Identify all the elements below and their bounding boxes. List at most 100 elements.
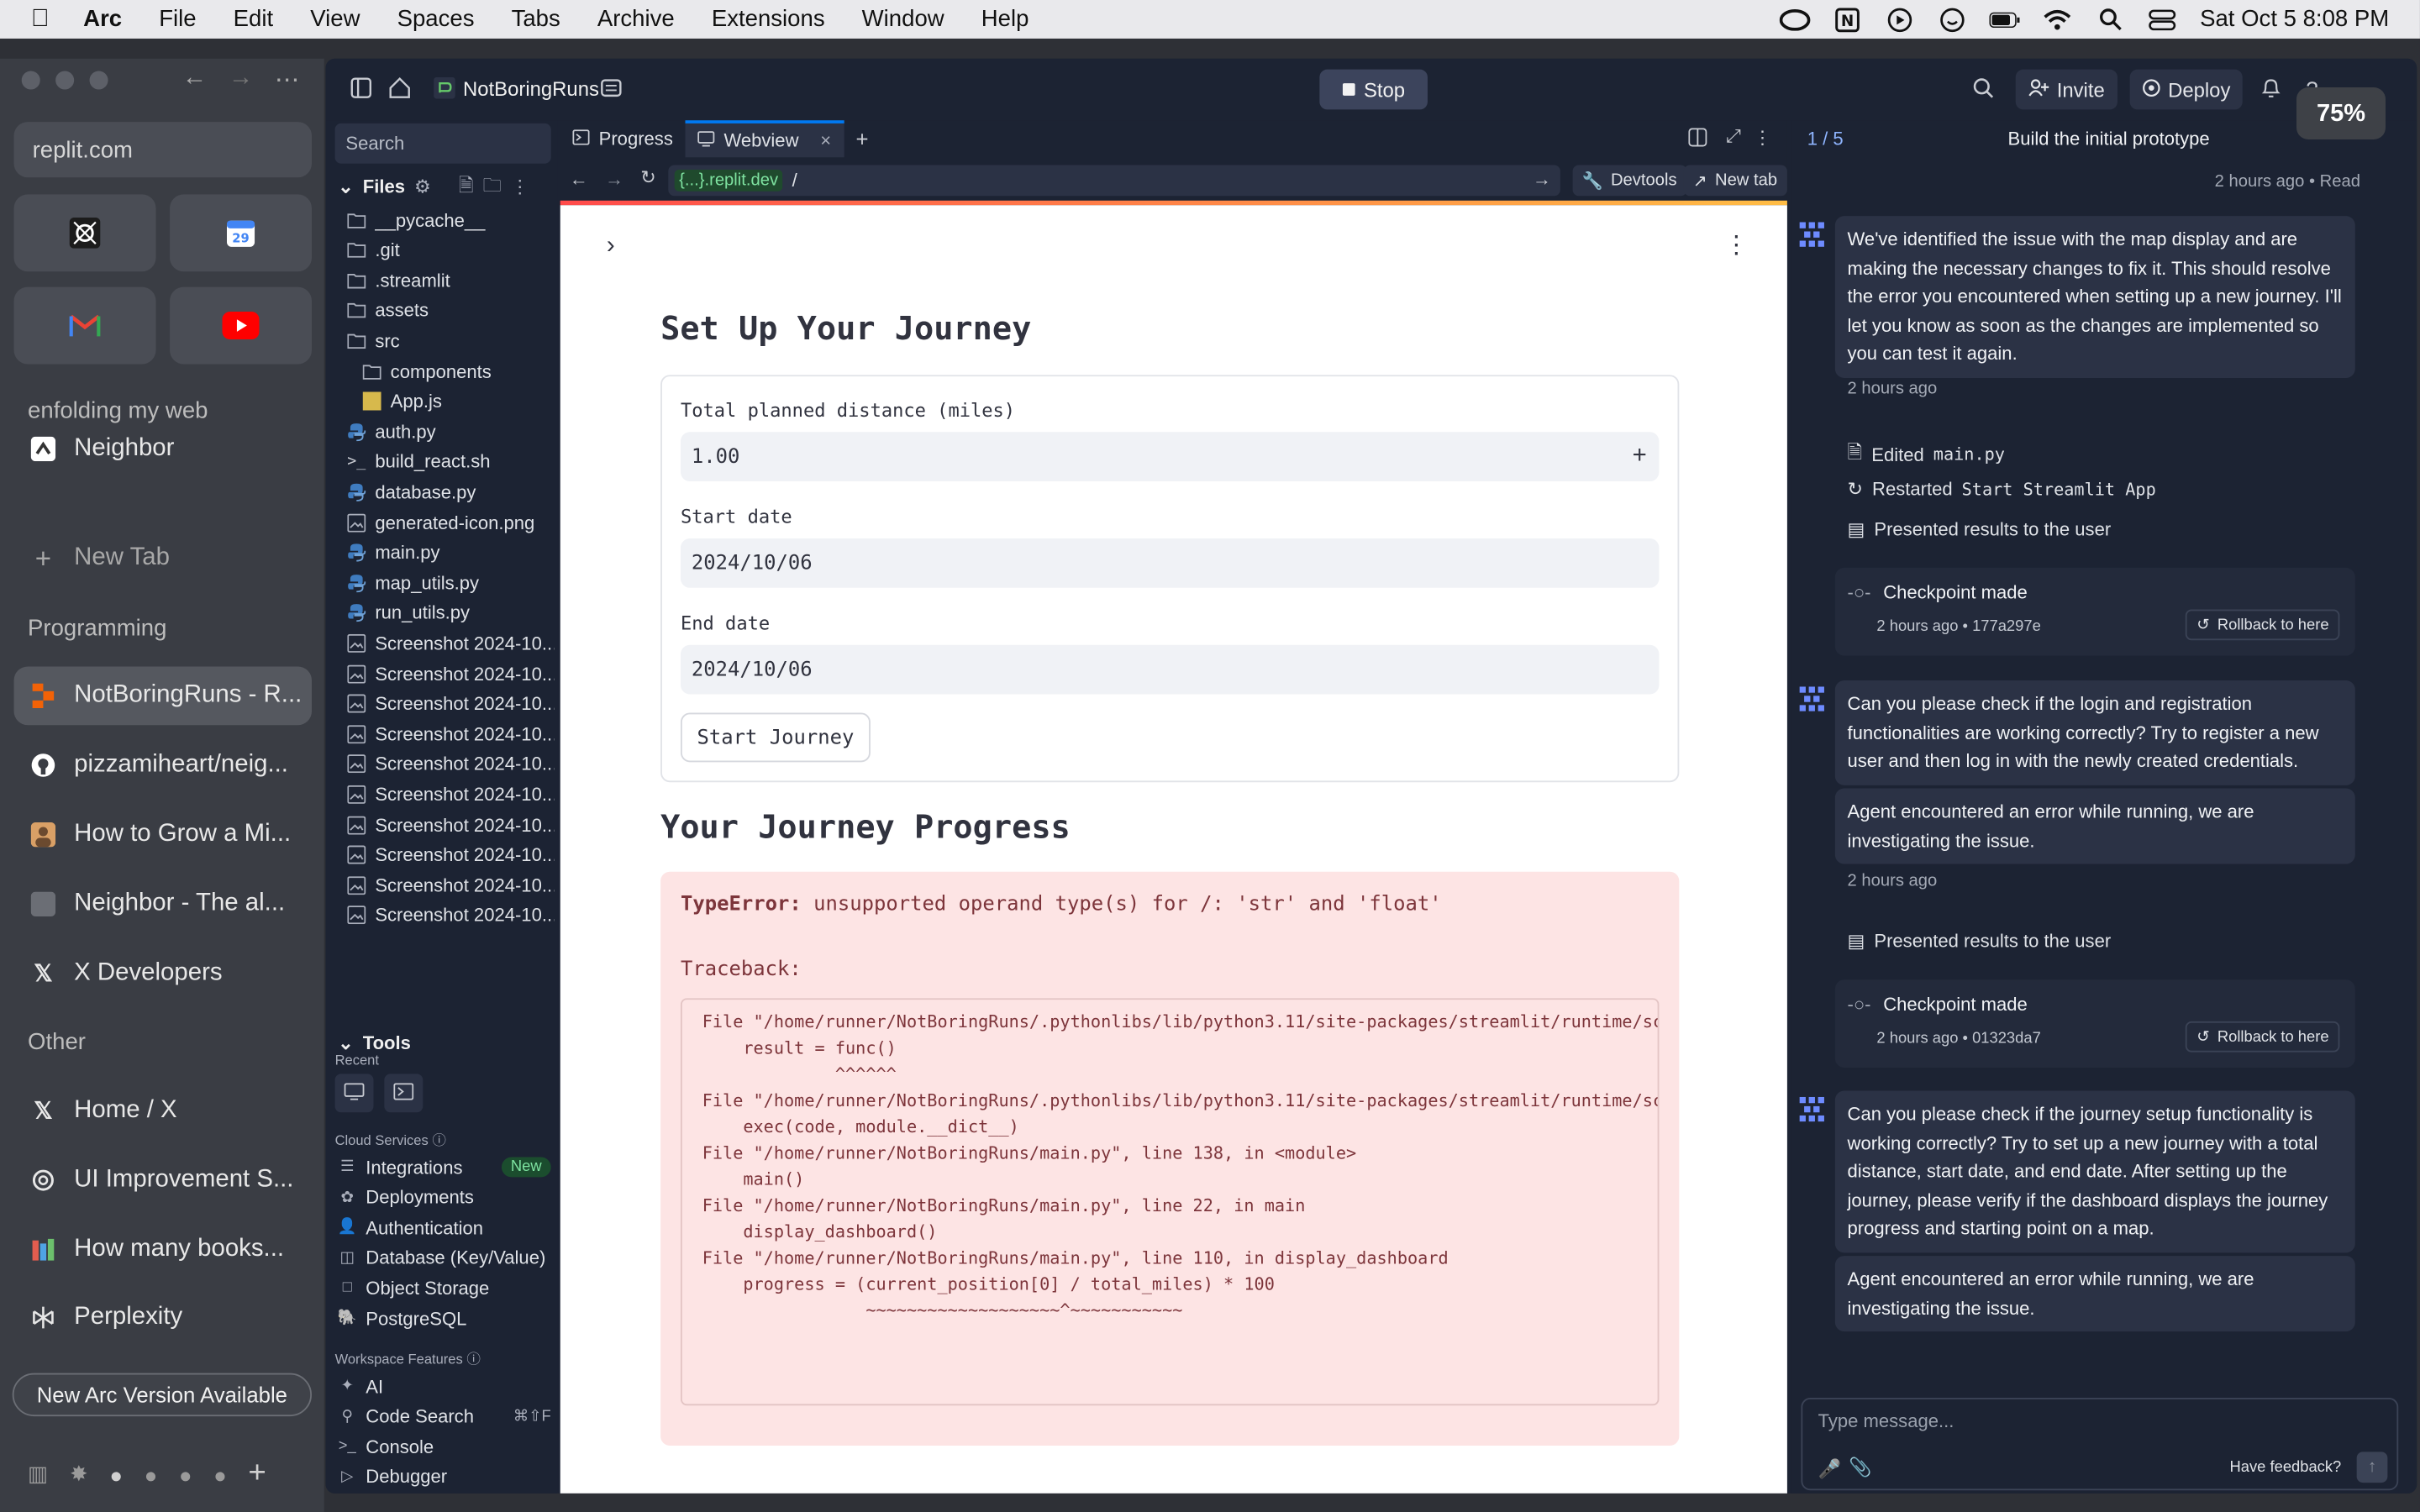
file-tree-item[interactable]: auth.py (347, 417, 554, 446)
forward-arrow-icon[interactable]: → (229, 65, 253, 96)
invite-button[interactable]: Invite (2015, 69, 2118, 110)
start-date-input[interactable]: 2024/10/06 (680, 538, 1660, 588)
file-tree-item[interactable]: run_utils.py (347, 598, 554, 627)
end-date-input[interactable]: 2024/10/06 (680, 644, 1660, 695)
favorite-replit[interactable] (13, 194, 156, 272)
tab-x-developers[interactable]: 𝕏 X Developers (14, 944, 312, 1003)
recent-webview-tool[interactable] (334, 1074, 374, 1113)
expand-sidebar-icon[interactable]: › (607, 233, 615, 260)
tab-neighbor-the-al[interactable]: Neighbor - The al... (14, 874, 312, 933)
streamlit-menu-icon[interactable]: ⋮ (1724, 230, 1749, 260)
tab-how-many-books[interactable]: How many books... (14, 1221, 312, 1279)
notion-icon[interactable]: N (1833, 7, 1864, 32)
add-tab-icon[interactable]: + (855, 127, 868, 151)
go-arrow-icon[interactable]: → (1533, 168, 1551, 190)
menu-archive[interactable]: Archive (597, 6, 675, 32)
file-tree-item[interactable]: App.js (362, 386, 570, 416)
tool-item[interactable]: 🐘 PostgreSQL (338, 1304, 550, 1333)
space-dot-icon[interactable]: ● (213, 1462, 227, 1486)
expand-icon[interactable]: ⤢ (1726, 125, 1741, 149)
reload-icon[interactable]: ↻ (640, 166, 655, 188)
edited-file[interactable]: main.py (1933, 444, 2005, 465)
menu-extensions[interactable]: Extensions (712, 6, 825, 32)
home-icon[interactable] (389, 76, 411, 103)
increment-button[interactable]: + (1633, 443, 1647, 470)
battery-icon[interactable] (1990, 7, 2021, 31)
creative-cloud-icon[interactable] (1780, 7, 1812, 31)
space-icon[interactable]: ✸ (70, 1461, 88, 1487)
file-tree-item[interactable]: main.py (347, 538, 554, 567)
tool-item[interactable]: ✿ Deployments (338, 1183, 550, 1212)
start-journey-button[interactable]: Start Journey (680, 712, 871, 763)
menu-app-name[interactable]: Arc (83, 6, 122, 32)
tab-github-pizzamiheart[interactable]: pizzamiheart/neig... (14, 736, 312, 795)
rollback-button[interactable]: ↺ Rollback to here (2186, 1021, 2340, 1053)
spotlight-search-icon[interactable] (2095, 7, 2126, 31)
pane-menu-icon[interactable]: ⋮ (1753, 127, 1771, 149)
tool-item[interactable]: ◫ Database (Key/Value) (338, 1243, 550, 1273)
tab-progress[interactable]: Progress (560, 120, 686, 157)
menu-file[interactable]: File (159, 6, 196, 32)
back-arrow-icon[interactable]: ← (570, 168, 588, 190)
workspace-item[interactable]: ▷ Debugger (338, 1462, 550, 1492)
tab-home-x[interactable]: 𝕏 Home / X (14, 1082, 312, 1141)
sidebar-toggle-icon[interactable] (350, 77, 372, 103)
new-folder-icon[interactable]: 🗀 (483, 171, 502, 203)
favorite-calendar[interactable]: 29 (170, 194, 313, 272)
files-menu-icon[interactable]: ⋮ (511, 176, 529, 197)
more-dots-icon[interactable]: ⋯ (275, 65, 299, 96)
tool-item[interactable]: 👤 Authentication (338, 1213, 550, 1242)
workspace-item[interactable]: >_ Console (338, 1432, 550, 1462)
space-dot-icon[interactable]: ● (109, 1462, 123, 1486)
menu-view[interactable]: View (310, 6, 360, 32)
file-tree-item[interactable]: generated-icon.png (347, 507, 554, 537)
tab-perplexity[interactable]: Perplexity (14, 1289, 312, 1347)
arc-url-bar[interactable]: replit.com (13, 122, 313, 178)
workspace-item[interactable]: ⚲ Code Search ⌘⇧F (338, 1402, 551, 1431)
project-info-icon[interactable] (600, 77, 622, 107)
attach-icon[interactable]: 📎 (1849, 1457, 1871, 1478)
webview-url-input[interactable]: {...}.replit.dev / → (668, 165, 1560, 197)
space-dot-icon[interactable]: ● (145, 1462, 158, 1486)
tab-how-to-grow[interactable]: How to Grow a Mi... (14, 806, 312, 864)
apple-menu-icon[interactable]:  (31, 5, 50, 33)
menu-spaces[interactable]: Spaces (397, 6, 475, 32)
feedback-link[interactable]: Have feedback? (2230, 1460, 2342, 1477)
file-tree-item[interactable]: Screenshot 2024-10... (347, 719, 554, 748)
tool-item[interactable]: □ Object Storage (338, 1273, 550, 1303)
favorite-gmail[interactable] (13, 286, 156, 365)
tab-webview[interactable]: Webview × (685, 120, 844, 158)
pinned-neighbor[interactable]: Neighbor (14, 420, 312, 479)
wifi-icon[interactable] (2043, 7, 2074, 31)
deploy-button[interactable]: Deploy (2129, 69, 2244, 110)
menu-help[interactable]: Help (981, 6, 1029, 32)
new-tab-button[interactable]: + New Tab (14, 529, 312, 588)
minimize-window-button[interactable] (55, 71, 75, 90)
forward-arrow-icon[interactable]: → (605, 168, 623, 190)
new-arc-version-button[interactable]: New Arc Version Available (12, 1373, 313, 1417)
file-tree-item[interactable]: assets (347, 296, 554, 325)
file-tree-item[interactable]: Screenshot 2024-10... (347, 810, 554, 839)
file-tree-item[interactable]: src (347, 326, 554, 355)
menu-tabs[interactable]: Tabs (512, 6, 560, 32)
new-file-icon[interactable]: 🗎 (459, 171, 474, 203)
folder-programming[interactable]: Programming (28, 616, 166, 642)
workspace-item[interactable]: ✦ AI (338, 1372, 550, 1401)
file-tree-item[interactable]: map_utils.py (347, 568, 554, 597)
microphone-icon[interactable]: 🎤 (1818, 1458, 1841, 1480)
files-search-input[interactable]: Search (334, 123, 551, 164)
tab-ui-improvement[interactable]: UI Improvement S... (14, 1151, 312, 1210)
file-tree-item[interactable]: Screenshot 2024-10... (347, 870, 554, 900)
files-settings-icon[interactable]: ⚙ (414, 176, 431, 197)
recent-progress-tool[interactable] (384, 1074, 424, 1113)
file-tree-item[interactable]: Screenshot 2024-10... (347, 840, 554, 869)
search-icon[interactable] (1963, 76, 2003, 102)
files-header[interactable]: ⌄ Files ⚙ 🗎 🗀 ⋮ (338, 173, 529, 201)
split-pane-icon[interactable] (1688, 128, 1707, 151)
distance-input[interactable]: 1.00 + (680, 432, 1660, 482)
favorite-youtube[interactable] (170, 286, 313, 365)
workspace-item[interactable]: ♻Dependencies (338, 1493, 550, 1494)
archive-icon[interactable]: ▥ (28, 1461, 48, 1487)
tab-notboringruns[interactable]: NotBoringRuns - R... (13, 666, 313, 726)
file-tree-item[interactable]: >_ build_react.sh (347, 447, 554, 476)
